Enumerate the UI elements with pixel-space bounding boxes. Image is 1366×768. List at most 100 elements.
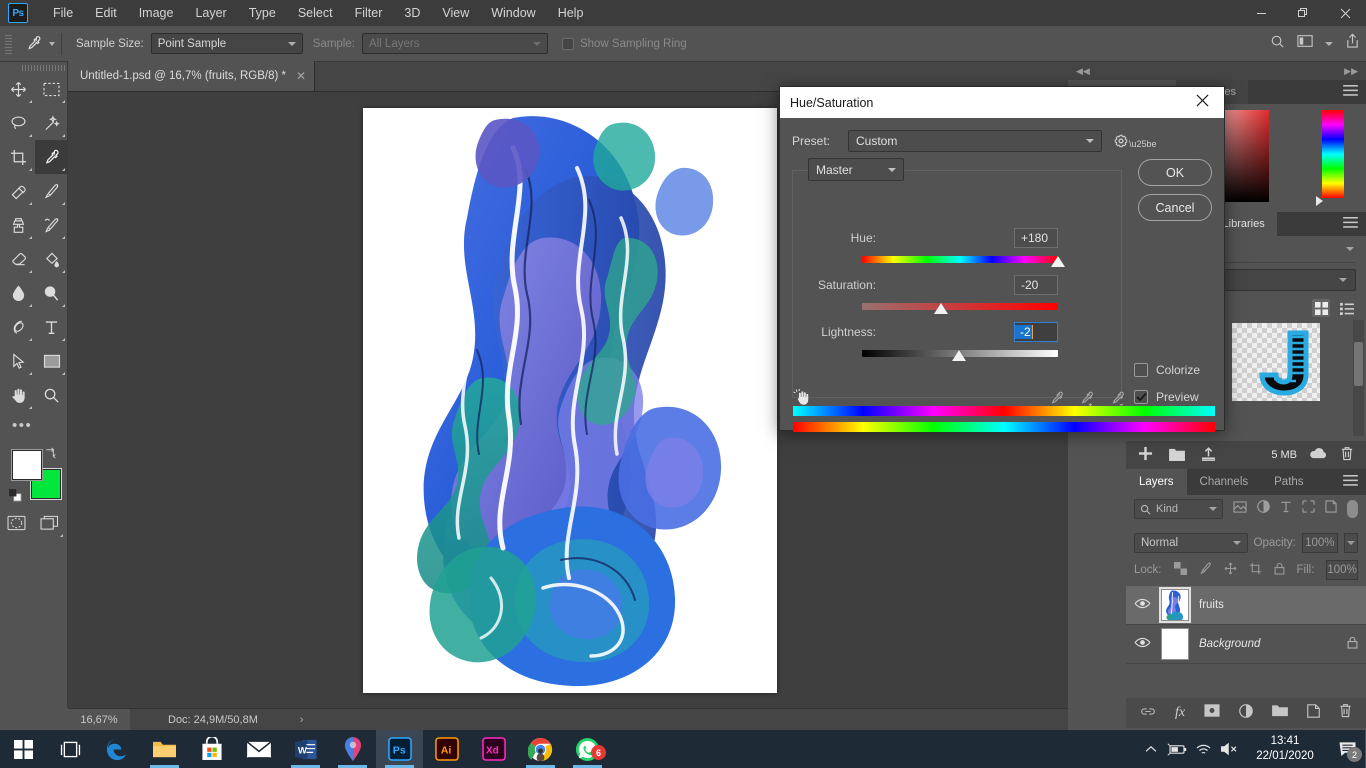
sample-size-select[interactable]: Point Sample [150, 33, 303, 54]
eyedropper-tool[interactable] [35, 140, 68, 174]
cloud-icon[interactable] [1309, 447, 1328, 463]
new-group-icon[interactable] [1272, 704, 1288, 722]
move-tool[interactable] [2, 72, 35, 106]
volume-muted-icon[interactable] [1216, 730, 1242, 768]
menu-item-3d[interactable]: 3D [393, 0, 431, 26]
pen-tool[interactable] [2, 310, 35, 344]
menu-item-window[interactable]: Window [480, 0, 546, 26]
taskbar-item-mail[interactable] [235, 730, 282, 768]
menu-item-image[interactable]: Image [128, 0, 185, 26]
pixel-filter-icon[interactable] [1233, 500, 1247, 518]
taskbar-item-illustrator[interactable]: Ai [423, 730, 470, 768]
lock-artboard-icon[interactable] [1249, 562, 1262, 578]
layer-thumbnail[interactable] [1161, 628, 1189, 660]
library-item[interactable] [1232, 323, 1320, 401]
foreground-color-swatch[interactable] [11, 449, 43, 481]
lock-transparency-icon[interactable] [1173, 562, 1187, 578]
delete-layer-icon[interactable] [1339, 703, 1352, 723]
hand-tool[interactable] [2, 378, 35, 412]
dodge-tool[interactable] [35, 276, 68, 310]
swap-colors-icon[interactable] [45, 446, 58, 462]
hue-strip[interactable] [1322, 110, 1344, 198]
brush-tool[interactable] [35, 174, 68, 208]
folder-icon[interactable] [1169, 447, 1185, 464]
taskbar-item-photoshop[interactable]: Ps [376, 730, 423, 768]
table-row[interactable]: Background [1126, 625, 1366, 664]
tab-channels[interactable]: Channels [1186, 469, 1262, 495]
tab-paths[interactable]: Paths [1261, 469, 1317, 495]
menu-item-view[interactable]: View [431, 0, 480, 26]
new-layer-icon[interactable] [1307, 703, 1320, 723]
hue-marker[interactable] [1316, 196, 1323, 206]
close-icon[interactable]: ✕ [296, 69, 306, 83]
taskbar-item-file-explorer[interactable] [141, 730, 188, 768]
menu-item-file[interactable]: File [42, 0, 84, 26]
taskbar-item-word[interactable]: W [282, 730, 329, 768]
edit-toolbar-button[interactable]: ••• [0, 412, 68, 440]
start-button[interactable] [0, 730, 47, 768]
chevron-up-icon[interactable] [1138, 730, 1164, 768]
show-sampling-ring-checkbox[interactable]: Show Sampling Ring [561, 37, 687, 50]
cancel-button[interactable]: Cancel [1138, 194, 1212, 221]
zoom-tool[interactable] [35, 378, 68, 412]
grid-view-icon[interactable] [1312, 299, 1330, 317]
share-icon[interactable] [1345, 33, 1360, 54]
workspace-icon[interactable] [1297, 34, 1313, 53]
battery-icon[interactable] [1164, 730, 1190, 768]
type-filter-icon[interactable] [1280, 500, 1292, 518]
quick-mask-icon[interactable] [0, 506, 33, 540]
add-mask-icon[interactable] [1204, 704, 1220, 722]
menu-item-edit[interactable]: Edit [84, 0, 128, 26]
toolbar-grip[interactable] [0, 62, 67, 72]
menu-item-type[interactable]: Type [238, 0, 287, 26]
blur-tool[interactable] [2, 276, 35, 310]
gradient-tool[interactable] [35, 242, 68, 276]
layer-thumbnail[interactable] [1159, 587, 1191, 623]
hue-input[interactable]: +180 [1014, 228, 1058, 248]
hamburger-icon[interactable] [1343, 469, 1358, 495]
sample-select[interactable]: All Layers [361, 33, 548, 54]
tool-preset-dropdown[interactable] [49, 41, 55, 46]
menu-item-select[interactable]: Select [287, 0, 344, 26]
close-button[interactable] [1324, 0, 1366, 26]
hue-slider-track[interactable] [862, 256, 1058, 263]
shape-filter-icon[interactable] [1302, 500, 1315, 518]
status-menu-icon[interactable]: › [300, 714, 304, 726]
search-icon[interactable] [1270, 34, 1285, 54]
saturation-slider-thumb[interactable] [934, 303, 948, 314]
hamburger-icon[interactable] [1343, 212, 1358, 236]
upload-icon[interactable] [1201, 446, 1216, 464]
link-layers-icon[interactable] [1140, 704, 1156, 722]
notification-icon[interactable]: 2 [1328, 730, 1366, 768]
chevron-down-icon[interactable] [1325, 41, 1333, 46]
screen-mode-icon[interactable] [33, 506, 66, 540]
default-colors-icon[interactable] [9, 489, 22, 502]
trash-icon[interactable] [1340, 446, 1354, 464]
table-row[interactable]: fruits [1126, 586, 1366, 625]
document-tab[interactable]: Untitled-1.psd @ 16,7% (fruits, RGB/8) *… [68, 61, 316, 91]
path-selection-tool[interactable] [2, 344, 35, 378]
gear-icon[interactable]: \u25be [1114, 134, 1157, 149]
blend-mode-select[interactable]: Normal [1134, 533, 1248, 553]
lightness-input[interactable]: -2 [1014, 322, 1058, 342]
layer-name[interactable]: Background [1199, 638, 1260, 650]
eye-icon[interactable] [1134, 635, 1151, 653]
smartobject-filter-icon[interactable] [1325, 500, 1337, 518]
lasso-tool[interactable] [2, 106, 35, 140]
fx-icon[interactable]: fx [1175, 705, 1185, 721]
taskbar-item-maps[interactable] [329, 730, 376, 768]
layer-kind-select[interactable]: Kind [1134, 499, 1224, 519]
crop-tool[interactable] [2, 140, 35, 174]
adjustment-filter-icon[interactable] [1257, 500, 1271, 518]
library-scrollbar[interactable] [1353, 320, 1364, 436]
scrollbar-thumb[interactable] [1354, 342, 1363, 386]
preset-select[interactable]: Custom [848, 130, 1102, 152]
taskbar-item-whatsapp[interactable]: 6 [564, 730, 611, 768]
minimize-button[interactable] [1240, 0, 1282, 26]
saturation-input[interactable]: -20 [1014, 275, 1058, 295]
lock-image-icon[interactable] [1199, 562, 1212, 578]
list-view-icon[interactable] [1338, 299, 1356, 317]
eye-icon[interactable] [1134, 596, 1151, 614]
hamburger-icon[interactable] [1343, 80, 1358, 104]
saturation-slider-track[interactable] [862, 303, 1058, 310]
